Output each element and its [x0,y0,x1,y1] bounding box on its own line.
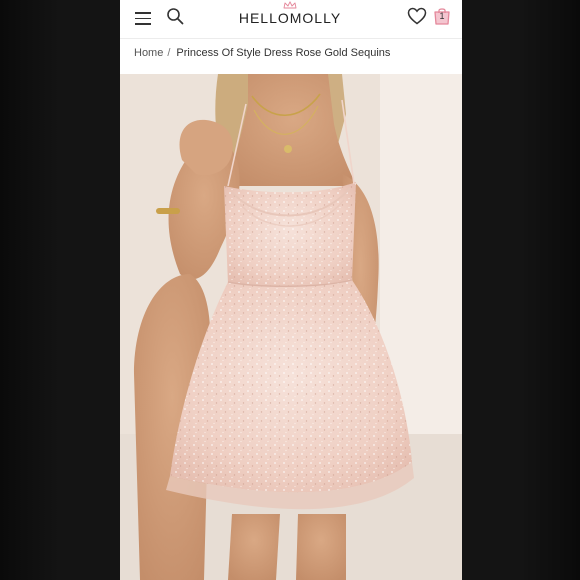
crown-icon [283,1,297,9]
logo-text: HELLOMOLLY [238,10,342,26]
search-icon[interactable] [166,7,184,25]
product-photo[interactable] [120,74,462,580]
shopping-bag-icon[interactable]: 1 [432,6,452,26]
breadcrumb: Home / Princess Of Style Dress Rose Gold S… [134,47,390,59]
brand-logo[interactable]: HELLOMOLLY [230,0,350,36]
breadcrumb-separator: / [167,47,171,59]
model-illustration [120,74,462,580]
breadcrumb-home-link[interactable]: Home [134,47,163,59]
top-navigation-bar: HELLOMOLLY 1 [120,0,462,39]
hamburger-menu-icon[interactable] [135,9,151,25]
breadcrumb-current-page: Princess Of Style Dress Rose Gold Sequin… [176,47,391,59]
phone-screen: HELLOMOLLY 1 Home / Princess Of Style Dres… [120,0,462,580]
heart-icon[interactable] [407,7,427,25]
cart-count-badge: 1 [439,11,445,21]
